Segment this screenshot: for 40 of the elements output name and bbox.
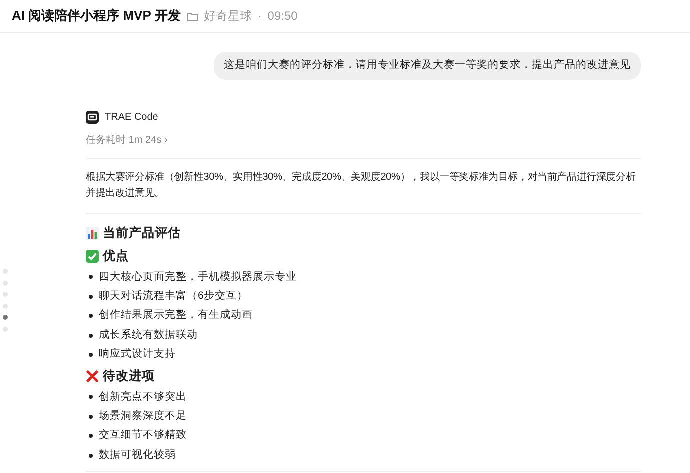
task-duration-link[interactable]: 任务耗时 1m 24s ›: [86, 134, 168, 146]
page-indicator-dot[interactable]: [3, 269, 8, 274]
chart-icon: [86, 226, 99, 240]
folder-icon: [186, 12, 198, 20]
list-item-text: 场景洞察深度不足: [99, 408, 187, 424]
intro-paragraph: 根据大赛评分标准（创新性30%、实用性30%、完成度20%、美观度20%），我以一等奖标准为目标，对当前产品进行深度分析并提出改进意见。: [86, 158, 641, 214]
bullet-icon: [89, 353, 93, 357]
list-item-text: 成长系统有数据联动: [99, 328, 198, 343]
chat-title: AI 阅读陪伴小程序 MVP 开发: [12, 7, 181, 26]
page-indicator-dot[interactable]: [3, 292, 8, 297]
bullet-icon: [89, 294, 93, 299]
checkbox-icon: [86, 250, 99, 263]
project-name[interactable]: 好奇星球: [204, 7, 252, 25]
agent-name: TRAE Code: [105, 110, 158, 125]
list-item-text: 四大核心页面完整，手机模拟器展示专业: [99, 270, 297, 285]
section-heading: 当前产品评估: [103, 224, 181, 242]
bullet-icon: [89, 395, 93, 400]
bullet-icon: [89, 275, 93, 280]
timestamp: 09:50: [268, 8, 298, 25]
bullet-icon: [89, 314, 93, 318]
terminal-icon: [86, 110, 99, 124]
list-item-text: 创新亮点不够突出: [99, 390, 187, 405]
page-indicator-dot[interactable]: [3, 315, 8, 320]
bullet-icon: [89, 454, 93, 458]
list-item-text: 聊天对话流程丰富（6步交互）: [99, 288, 248, 304]
list-item-text: 创作结果展示完整，有生成动画: [99, 308, 253, 324]
separator: ·: [258, 8, 262, 25]
bullet-icon: [89, 334, 93, 338]
bullet-icon: [89, 434, 93, 438]
page-indicator-dot[interactable]: [3, 304, 8, 308]
section-heading: 优点: [103, 248, 129, 265]
list-item-text: 交互细节不够精致: [99, 428, 187, 444]
list-item-text: 响应式设计支持: [99, 347, 176, 362]
section-heading: 待改进项: [103, 368, 155, 385]
page-indicator-dot[interactable]: [3, 280, 8, 286]
bullet-icon: [89, 414, 93, 419]
user-message-bubble: 这是咱们大赛的评分标准，请用专业标准及大赛一等奖的要求，提出产品的改进意见: [214, 52, 641, 80]
cross-icon: [86, 370, 99, 383]
page-indicator-dot[interactable]: [3, 326, 8, 332]
list-item-text: 数据可视化较弱: [99, 448, 176, 463]
